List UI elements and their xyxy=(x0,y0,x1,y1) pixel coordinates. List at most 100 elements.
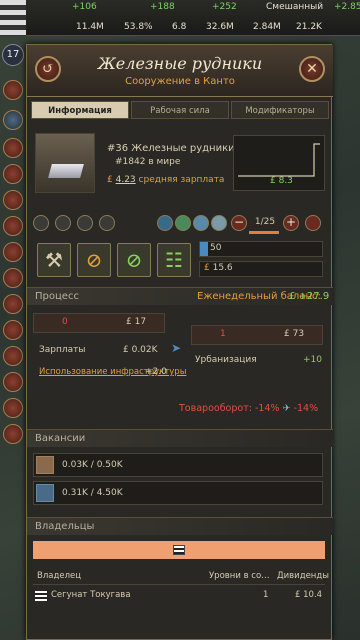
panel-title: Железные рудники xyxy=(97,54,263,73)
turnover-label: Товарооборот: xyxy=(179,403,252,414)
world-rank-value: #1842 xyxy=(115,157,146,167)
sidebar-icon-6[interactable] xyxy=(3,216,23,236)
stat-11[interactable]: 21.2K xyxy=(296,22,322,32)
stat-7[interactable]: 53.8% xyxy=(124,22,153,32)
col-owner[interactable]: Владелец xyxy=(37,571,81,581)
input-price: £ 17 xyxy=(126,317,147,327)
col-dividends[interactable]: Дивиденды xyxy=(277,571,329,581)
sidebar-icon-4[interactable] xyxy=(3,164,23,184)
tab-info[interactable]: Информация xyxy=(31,101,129,119)
rail-icon: ☷ xyxy=(165,248,183,272)
laborer-icon xyxy=(36,484,54,502)
top-bar: +106 +188 +252 Смешанный +2.85 11.4M 53.… xyxy=(0,0,360,36)
back-button[interactable]: ↺ xyxy=(35,56,61,82)
money-icon: £ xyxy=(107,175,113,185)
stat-1[interactable]: +106 xyxy=(72,2,97,12)
owner-share-bar[interactable] xyxy=(33,541,325,559)
stat-3[interactable]: +252 xyxy=(212,2,237,12)
turnover-b: -14% xyxy=(293,403,319,414)
owners-title: Владельцы xyxy=(35,521,95,532)
vacancy-row-1[interactable]: 0.03K / 0.50K xyxy=(33,453,323,477)
menu-button[interactable] xyxy=(305,215,321,231)
sidebar-icon-2[interactable] xyxy=(3,110,23,130)
output-good-row[interactable]: 1 £ 73 xyxy=(191,325,323,345)
world-rank-suffix: в мире xyxy=(148,157,181,167)
left-sidebar: 17 xyxy=(0,40,24,560)
rank-value: #36 xyxy=(107,143,129,154)
avg-wage-label: средняя зарплата xyxy=(138,175,225,185)
globe-icon-3[interactable] xyxy=(193,215,209,231)
sidebar-icon-11[interactable] xyxy=(3,346,23,366)
col-level[interactable]: Уровни в со… xyxy=(209,571,270,581)
production-method-button-2[interactable]: ⊘ xyxy=(77,243,111,277)
rank-line: #36 Железные рудники xyxy=(107,143,235,154)
close-button[interactable]: ✕ xyxy=(299,56,325,82)
workforce-fill xyxy=(200,242,208,256)
wages-value: £ 0.02K xyxy=(123,345,158,355)
tool-icon[interactable] xyxy=(99,215,115,231)
production-method-button-4[interactable]: ☷ xyxy=(157,243,191,277)
sidebar-icon-12[interactable] xyxy=(3,372,23,392)
sidebar-icon-1[interactable] xyxy=(3,80,23,100)
owner-flag-icon xyxy=(173,545,185,555)
no-explosives-icon: ⊘ xyxy=(85,248,103,272)
production-method-button-1[interactable]: ⚒ xyxy=(37,243,71,277)
process-title: Процесс xyxy=(35,291,79,302)
no-steam-icon: ⊘ xyxy=(125,248,143,272)
chart-value: £ 8.3 xyxy=(270,176,293,186)
globe-icon-1[interactable] xyxy=(157,215,173,231)
level-count: 1/25 xyxy=(254,217,276,227)
sidebar-icon-7[interactable] xyxy=(3,242,23,262)
level-badge[interactable]: 17 xyxy=(2,44,24,66)
balance-value: £ +27.9 xyxy=(289,291,330,302)
owners-section-header: Владельцы xyxy=(27,517,333,535)
owners-table-header: Владелец Уровни в со… Дивиденды xyxy=(33,571,329,585)
country-flag[interactable] xyxy=(0,0,26,36)
sidebar-icon-9[interactable] xyxy=(3,294,23,314)
sidebar-icon-13[interactable] xyxy=(3,398,23,418)
increase-button[interactable]: + xyxy=(283,215,299,231)
sidebar-icon-3[interactable] xyxy=(3,138,23,158)
pickaxe-icon: ⚒ xyxy=(45,248,63,272)
globe-icon-4[interactable] xyxy=(211,215,227,231)
input-good-row[interactable]: 0 £ 17 xyxy=(33,313,165,333)
stat-6[interactable]: 11.4M xyxy=(76,22,104,32)
lock-icon[interactable] xyxy=(33,215,49,231)
panel-header: ↺ Железные рудники Сооружение в Канто ✕ xyxy=(27,45,333,97)
tab-workforce[interactable]: Рабочая сила xyxy=(131,101,229,119)
sidebar-icon-5[interactable] xyxy=(3,190,23,210)
sidebar-icon-10[interactable] xyxy=(3,320,23,340)
stat-4[interactable]: Смешанный xyxy=(266,2,323,12)
output-count: 1 xyxy=(220,329,226,339)
panel-subtitle[interactable]: Сооружение в Канто xyxy=(67,76,293,87)
balance-chart[interactable]: £ 8.3 xyxy=(233,135,325,191)
output-price: £ 73 xyxy=(284,329,305,339)
stat-2[interactable]: +188 xyxy=(150,2,175,12)
decrease-button[interactable]: − xyxy=(231,215,247,231)
sidebar-icon-14[interactable] xyxy=(3,424,23,444)
stat-10[interactable]: 2.84M xyxy=(253,22,281,32)
turnover-a: -14% xyxy=(254,403,280,414)
building-name: Железные рудники xyxy=(131,143,235,154)
process-section-header: Процесс Еженедельный баланс: £ +27.9 xyxy=(27,287,333,305)
owner-row-flag-icon xyxy=(35,591,47,601)
infra-value: +2.0 xyxy=(145,367,167,377)
sidebar-icon-8[interactable] xyxy=(3,268,23,288)
tab-modifiers[interactable]: Модификаторы xyxy=(231,101,329,119)
owner-icon[interactable] xyxy=(55,215,71,231)
workers-icon[interactable] xyxy=(77,215,93,231)
stat-8[interactable]: 6.8 xyxy=(172,22,186,32)
stat-9[interactable]: 32.6M xyxy=(206,22,234,32)
globe-icon-2[interactable] xyxy=(175,215,191,231)
world-rank-line: #1842 в мире xyxy=(115,157,180,167)
iron-ingot-icon xyxy=(48,164,84,178)
money-bar[interactable]: £ 15.6 xyxy=(199,261,323,277)
workforce-bar[interactable]: 50 xyxy=(199,241,323,257)
production-method-button-3[interactable]: ⊘ xyxy=(117,243,151,277)
owner-row[interactable]: Сегунат Токугава 1 £ 10.4 xyxy=(33,589,325,605)
stat-5[interactable]: +2.85 xyxy=(334,2,360,12)
level-bar xyxy=(249,231,279,234)
vacancy-row-2[interactable]: 0.31K / 4.50K xyxy=(33,481,323,505)
vacancy-value-2: 0.31K / 4.50K xyxy=(62,488,123,498)
wage-line: £ 4.23 средняя зарплата xyxy=(107,175,224,185)
